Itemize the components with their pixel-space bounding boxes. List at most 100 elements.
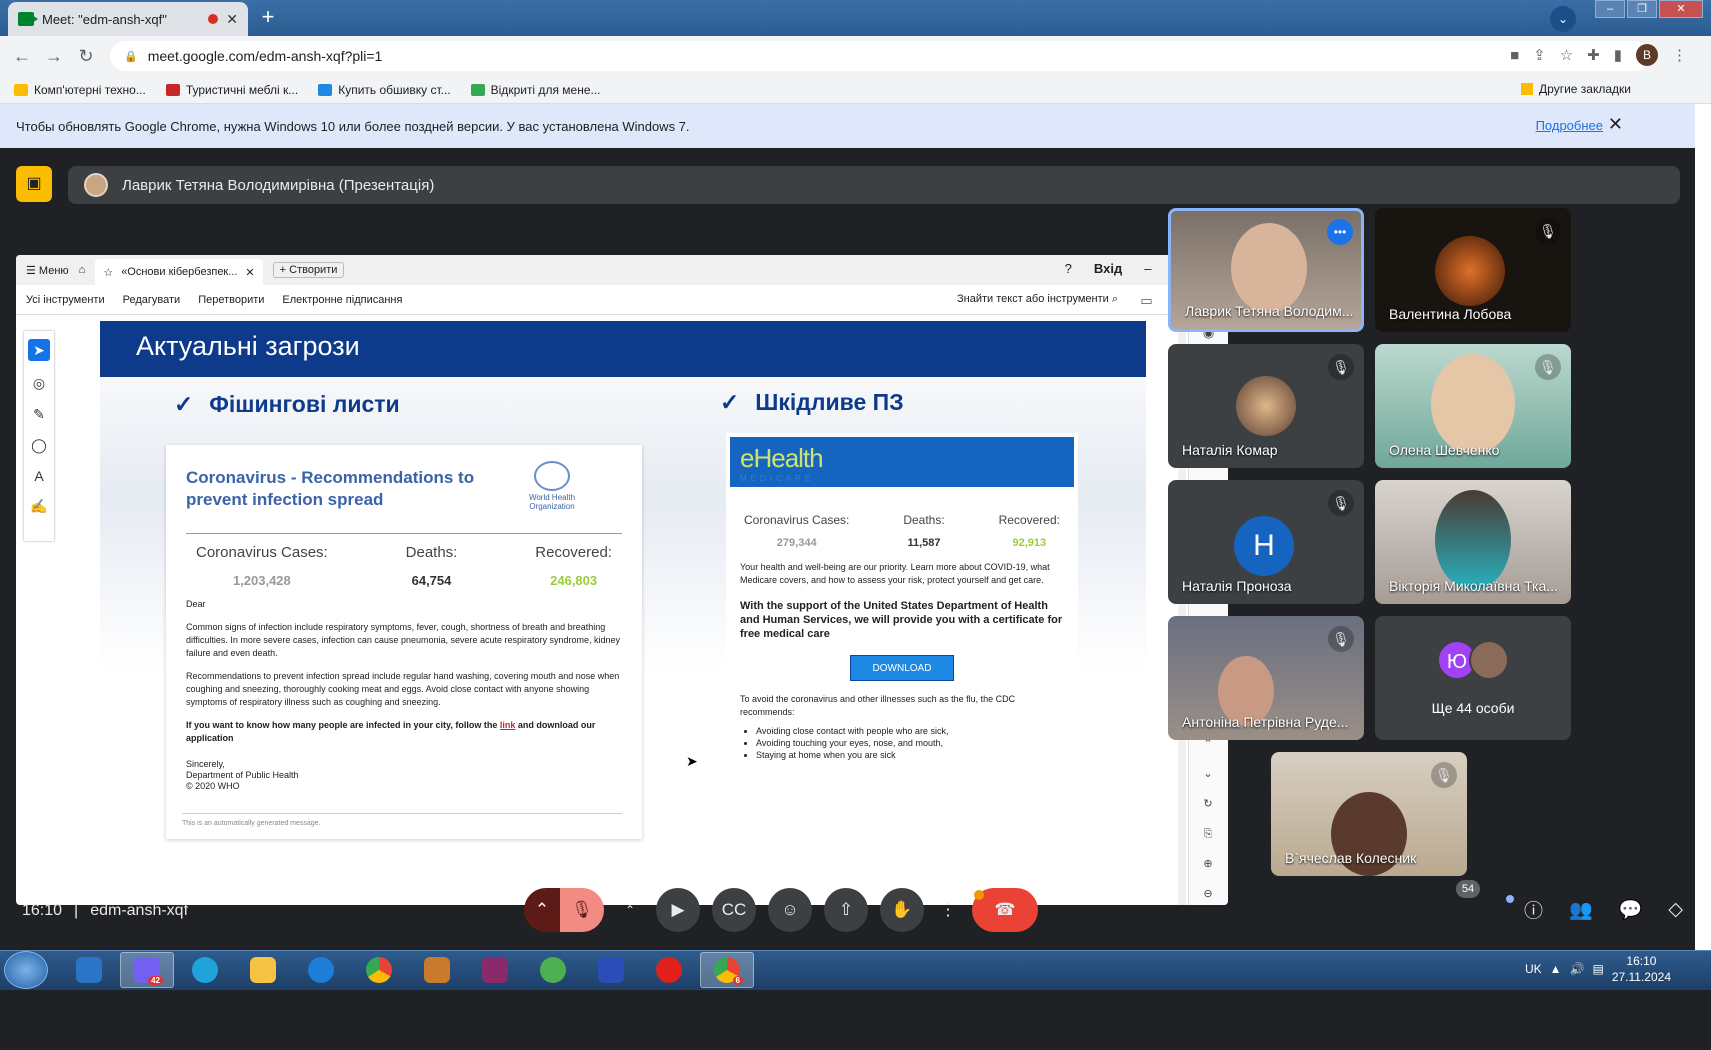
mic-off-icon: 🎙 [1431, 762, 1457, 788]
tab-close-icon[interactable]: ✕ [245, 266, 254, 279]
clock[interactable]: 16:10 27.11.2024 [1612, 953, 1671, 985]
document-tab[interactable]: ☆ «Основи кібербезпек... ✕ [95, 259, 263, 285]
zoom-in-icon[interactable]: ⊕ [1196, 851, 1220, 877]
address-bar[interactable]: 🔒 meet.google.com/edm-ansh-xqf?pli=1 [110, 41, 1650, 71]
reactions-button[interactable]: ☺ [768, 888, 812, 932]
lasso-icon[interactable]: ◯ [31, 437, 47, 454]
chrome-menu-icon[interactable]: ⋮ [1672, 46, 1687, 64]
camera-in-use-icon[interactable]: ■ [1510, 47, 1519, 64]
rotate-icon[interactable]: ↻ [1196, 791, 1220, 817]
meeting-side-controls: ⓘ 👥 💬 ◇ [1524, 896, 1683, 923]
participant-tile[interactable]: 🎙 Антоніна Петрівна Руде... [1168, 616, 1364, 740]
winrar-icon[interactable] [468, 952, 522, 988]
forward-button[interactable]: → [38, 46, 70, 67]
infobar-learn-more-link[interactable]: Подробнее [1536, 118, 1603, 133]
comment-icon[interactable]: ◎ [33, 375, 45, 392]
mic-toggle-button[interactable]: 🎙 [560, 888, 604, 932]
activities-icon[interactable]: ◇ [1668, 898, 1683, 921]
viber-icon[interactable]: 42 [120, 952, 174, 988]
participant-tile[interactable]: Вікторія Миколаївна Тка... [1375, 480, 1571, 604]
signature-icon[interactable]: ✍ [30, 498, 47, 515]
menu-e-sign[interactable]: Електронне підписання [282, 294, 402, 306]
media-player-icon[interactable] [62, 952, 116, 988]
start-button[interactable] [4, 951, 48, 989]
create-button[interactable]: + Створити [272, 262, 345, 278]
mouse-cursor-icon: ➤ [686, 753, 698, 769]
text-box-icon[interactable]: A [34, 468, 43, 484]
people-icon[interactable]: 👥 [1569, 898, 1593, 922]
tab-close-icon[interactable]: ✕ [226, 11, 238, 28]
email-link: link [499, 720, 516, 730]
extract-icon[interactable]: ⎘ [1196, 821, 1220, 847]
page-down-icon[interactable]: ⌄ [1196, 761, 1220, 787]
participant-tile[interactable]: ••• Лаврик Тетяна Володим... [1168, 208, 1364, 332]
home-icon[interactable]: ⌂ [79, 264, 86, 276]
stop-presenting-icon[interactable]: ▣ [16, 166, 52, 202]
profile-avatar[interactable]: B [1636, 44, 1658, 66]
window-close-button[interactable]: ✕ [1659, 0, 1703, 18]
screen-bottom [0, 990, 1711, 1050]
participant-tile[interactable]: 🎙 Наталія Комар [1168, 344, 1364, 468]
other-bookmarks[interactable]: Другие закладки [1521, 82, 1631, 96]
chrome-icon[interactable]: 6 [700, 952, 754, 988]
captions-button[interactable]: CC [712, 888, 756, 932]
menu-all-tools[interactable]: Усі інструменти [26, 294, 105, 306]
minimize-button[interactable]: – [1144, 261, 1151, 276]
acrobat-menu-button[interactable]: ☰ Меню [26, 264, 69, 277]
bookmark-item[interactable]: Комп'ютерні техно... [14, 83, 146, 97]
find-tools-search[interactable]: Знайти текст або інструменти ⌕ [957, 293, 1118, 306]
meeting-details-icon[interactable]: ⓘ [1524, 896, 1543, 923]
back-button[interactable]: ← [6, 46, 38, 67]
utorrent-icon[interactable] [526, 952, 580, 988]
chrome-icon[interactable] [352, 952, 406, 988]
select-cursor-icon[interactable]: ➤ [28, 339, 50, 361]
help-icon[interactable]: ? [1065, 261, 1072, 276]
participant-tile[interactable]: Н 🎙 Наталія Проноза [1168, 480, 1364, 604]
share-icon[interactable]: ⇪ [1533, 46, 1546, 64]
extensions-icon[interactable]: ✚ [1587, 46, 1600, 64]
camera-toggle-button[interactable]: ▶ [656, 888, 700, 932]
tray-expand-icon[interactable]: ▲ [1550, 962, 1562, 976]
more-options-button[interactable]: ⋮ [936, 888, 960, 932]
bookmark-item[interactable]: Купить обшивку ст... [318, 83, 451, 97]
opera-icon[interactable] [642, 952, 696, 988]
bookmark-item[interactable]: Туристичні меблі к... [165, 83, 298, 97]
pen-icon[interactable]: ✎ [33, 406, 45, 423]
sign-in-button[interactable]: Вхід [1094, 261, 1122, 276]
chat-notification-dot [1506, 895, 1514, 903]
infobar-close-icon[interactable]: ✕ [1608, 114, 1623, 135]
bookmark-star-icon[interactable]: ☆ [1560, 46, 1573, 64]
file-explorer-icon[interactable] [236, 952, 290, 988]
video-options-button[interactable]: ⌃ [616, 888, 644, 932]
browser-tab[interactable]: Meet: "edm-ansh-xqf" ✕ [8, 2, 248, 36]
maximize-button[interactable]: ❐ [1627, 0, 1657, 18]
participant-tile[interactable]: 🎙 В`ячеслав Колесник [1271, 752, 1467, 876]
participant-tile[interactable]: 🎙 Валентина Лобова [1375, 208, 1571, 332]
mic-off-icon: 🎙 [1535, 354, 1561, 380]
edge-icon[interactable] [178, 952, 232, 988]
menu-convert[interactable]: Перетворити [198, 294, 264, 306]
audio-options-button[interactable]: ⌃ [524, 888, 560, 932]
minimize-button[interactable]: – [1595, 0, 1625, 18]
reload-button[interactable]: ↻ [70, 46, 102, 67]
slide-title: Актуальні загрози [100, 321, 1146, 377]
new-tab-button[interactable]: + [254, 6, 282, 30]
internet-explorer-icon[interactable] [294, 952, 348, 988]
participant-tile[interactable]: 🎙 Олена Шевченко [1375, 344, 1571, 468]
more-participants-tile[interactable]: Ю Ще 44 особи [1375, 616, 1571, 740]
chat-icon[interactable]: 💬 [1619, 898, 1643, 922]
network-icon[interactable]: ▤ [1592, 962, 1603, 976]
paint-icon[interactable] [410, 952, 464, 988]
present-button[interactable]: ⇧ [824, 888, 868, 932]
volume-icon[interactable]: 🔊 [1570, 962, 1585, 976]
zoom-out-icon[interactable]: ⊖ [1196, 881, 1220, 905]
side-panel-icon[interactable]: ▮ [1614, 46, 1622, 64]
language-indicator[interactable]: UK [1525, 962, 1542, 976]
bookmark-item[interactable]: Відкриті для мене... [470, 83, 601, 97]
document-app-icon[interactable] [584, 952, 638, 988]
taskbar-apps: 42 6 [62, 952, 754, 988]
save-icon[interactable]: ▭ [1140, 293, 1152, 309]
raise-hand-button[interactable]: ✋ [880, 888, 924, 932]
tab-search-button[interactable]: ⌄ [1550, 6, 1576, 32]
menu-edit[interactable]: Редагувати [123, 294, 181, 306]
